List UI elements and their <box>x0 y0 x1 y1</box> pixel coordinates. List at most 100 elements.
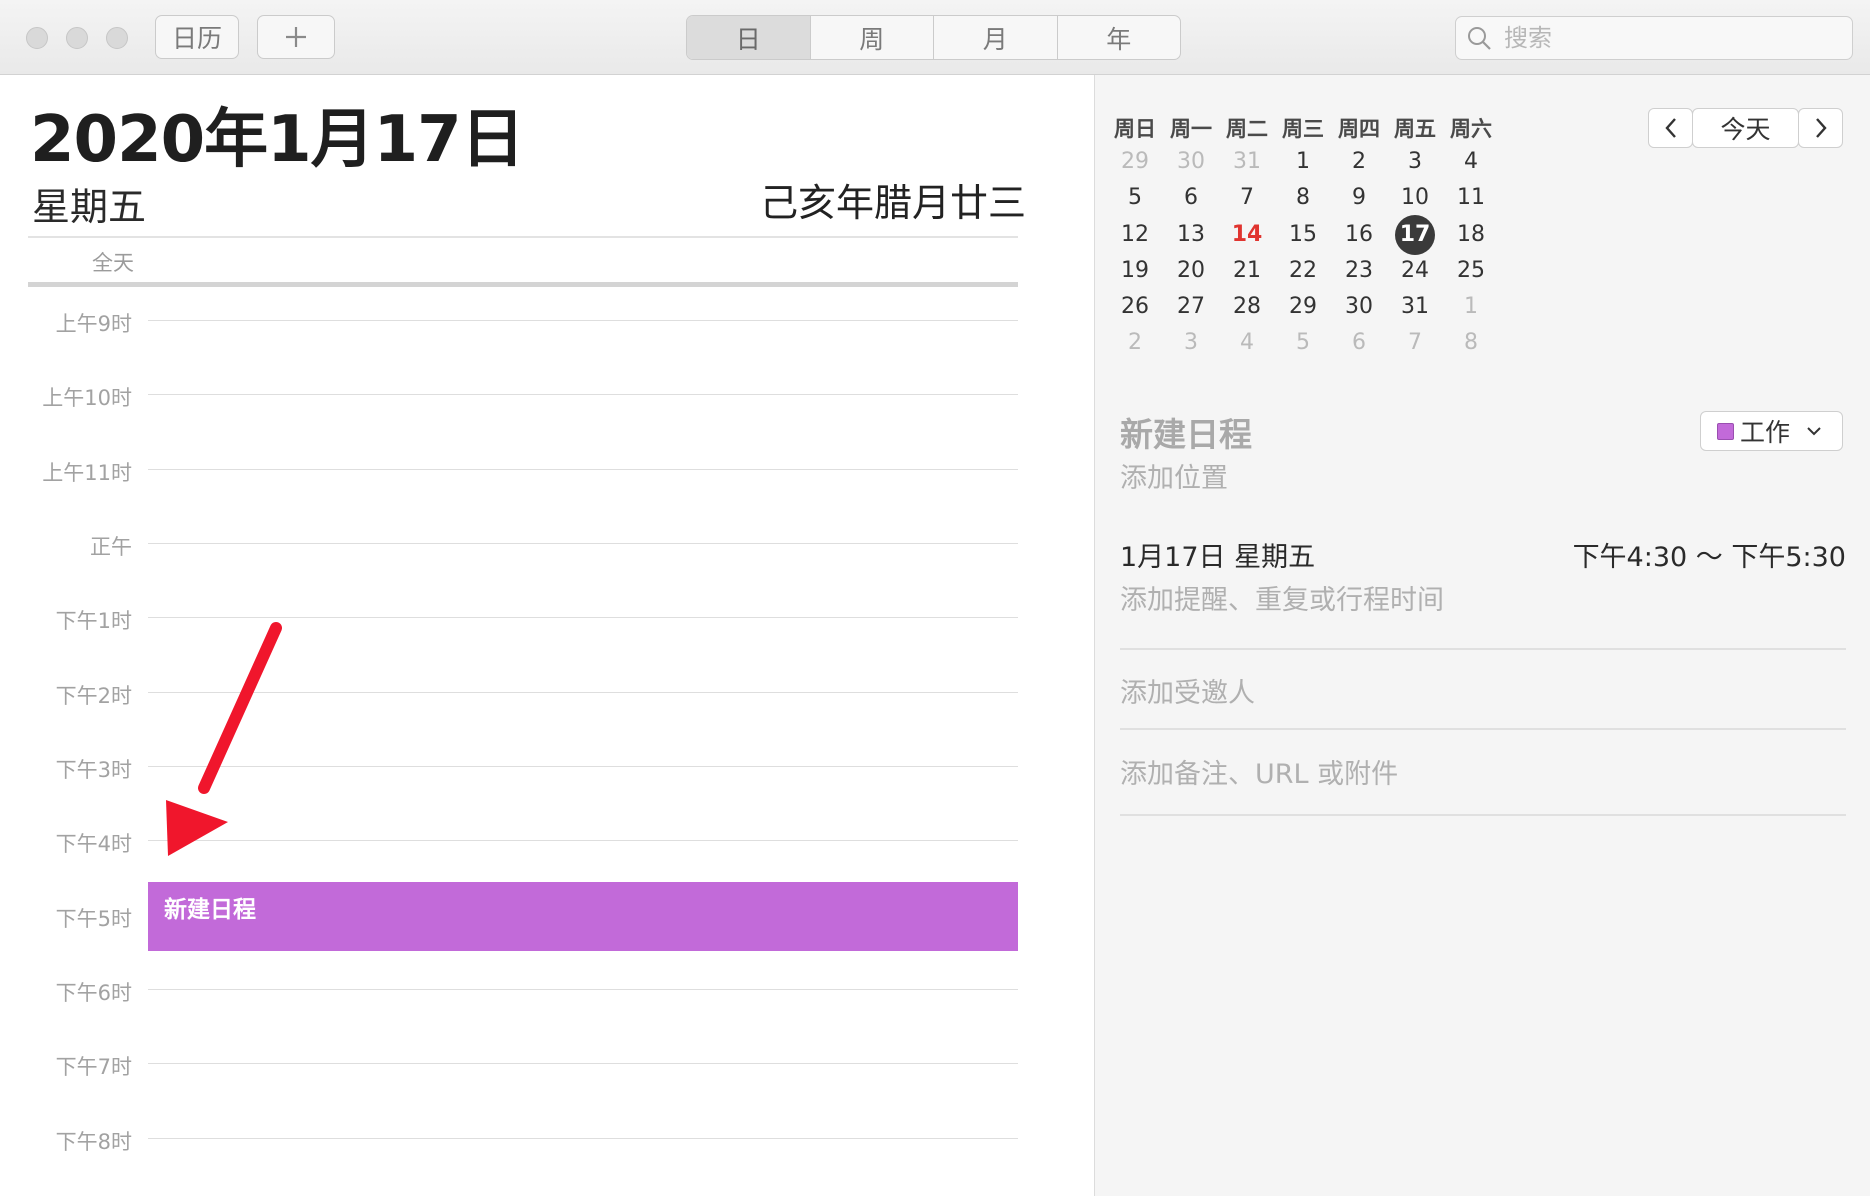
mini-calendar-day[interactable]: 6 <box>1339 325 1379 361</box>
weekday-header: 周四 <box>1338 117 1380 141</box>
location-field[interactable]: 添加位置 <box>1120 456 1228 495</box>
hour-label: 下午1时 <box>55 609 132 633</box>
mini-calendar-day[interactable]: 11 <box>1451 180 1491 216</box>
chevron-down-icon <box>1807 427 1821 436</box>
today-button-label: 今天 <box>1720 115 1771 144</box>
mini-calendar-day[interactable]: 21 <box>1227 253 1267 289</box>
mini-calendar-day[interactable]: 7 <box>1227 180 1267 216</box>
calendar-selector-label: 工作 <box>1740 418 1791 447</box>
mini-calendar-day[interactable]: 29 <box>1115 144 1155 180</box>
mini-calendar-day[interactable]: 5 <box>1283 325 1323 361</box>
mini-calendar-day[interactable]: 26 <box>1115 289 1155 325</box>
view-tab-month[interactable]: 月 <box>933 16 1057 59</box>
mini-calendar-day[interactable]: 27 <box>1171 289 1211 325</box>
search-icon <box>1468 27 1491 50</box>
section-divider <box>1120 648 1846 650</box>
mini-calendar-day[interactable]: 15 <box>1283 217 1323 253</box>
chevron-left-icon <box>1664 118 1676 138</box>
event-time[interactable]: 下午4:30 ～ 下午5:30 <box>1573 535 1846 574</box>
toolbar: 日历 日 周 月 年 <box>0 0 1870 75</box>
next-month-button[interactable] <box>1798 108 1843 148</box>
mini-calendar-day[interactable]: 23 <box>1339 253 1379 289</box>
mini-calendar-day[interactable]: 4 <box>1227 325 1267 361</box>
mini-calendar-day[interactable]: 25 <box>1451 253 1491 289</box>
section-divider <box>1120 728 1846 730</box>
view-switcher: 日 周 月 年 <box>686 15 1181 60</box>
hour-label: 下午2时 <box>55 684 132 708</box>
hour-label: 下午5时 <box>55 907 132 931</box>
mini-calendar-day[interactable]: 31 <box>1227 144 1267 180</box>
hour-label: 下午3时 <box>55 758 132 782</box>
mini-calendar-day[interactable]: 31 <box>1395 289 1435 325</box>
hour-label: 上午9时 <box>55 312 132 336</box>
calendars-button[interactable]: 日历 <box>155 15 239 59</box>
mini-calendar-day[interactable]: 8 <box>1283 180 1323 216</box>
lunar-date: 己亥年腊月廿三 <box>759 181 1026 225</box>
hour-line <box>148 320 1018 321</box>
weekday-header: 周三 <box>1282 117 1324 141</box>
mini-calendar-day[interactable]: 17 <box>1395 215 1435 255</box>
hour-label: 上午10时 <box>42 386 132 410</box>
mini-calendar-day[interactable]: 14 <box>1227 217 1267 253</box>
mini-calendar-day[interactable]: 30 <box>1339 289 1379 325</box>
weekday-label: 星期五 <box>32 185 147 229</box>
weekday-header: 周五 <box>1394 117 1436 141</box>
mini-calendar-day[interactable]: 29 <box>1283 289 1323 325</box>
hour-label: 下午4时 <box>55 832 132 856</box>
mini-calendar-day[interactable]: 6 <box>1171 180 1211 216</box>
mini-calendar-day[interactable]: 16 <box>1339 217 1379 253</box>
hour-line <box>148 469 1018 470</box>
zoom-window-button[interactable] <box>106 27 128 49</box>
calendar-color-swatch <box>1717 422 1734 440</box>
mini-calendar-day[interactable]: 1 <box>1451 289 1491 325</box>
mini-calendar-day[interactable]: 24 <box>1395 253 1435 289</box>
invitees-field[interactable]: 添加受邀人 <box>1120 671 1255 710</box>
event-title-field[interactable]: 新建日程 <box>1120 408 1252 456</box>
mini-calendar-day[interactable]: 3 <box>1171 325 1211 361</box>
mini-calendar-day[interactable]: 20 <box>1171 253 1211 289</box>
notes-field[interactable]: 添加备注、URL 或附件 <box>1120 752 1398 791</box>
hour-line <box>148 394 1018 395</box>
day-title: 2020年1月17日 <box>30 103 525 177</box>
mini-calendar-day[interactable]: 30 <box>1171 144 1211 180</box>
hour-label: 正午 <box>90 535 132 559</box>
mini-calendar-day[interactable]: 22 <box>1283 253 1323 289</box>
mini-calendar-day[interactable]: 2 <box>1339 144 1379 180</box>
mini-calendar-day[interactable]: 2 <box>1115 325 1155 361</box>
hour-line <box>148 1063 1018 1064</box>
mini-calendar-day[interactable]: 9 <box>1339 180 1379 216</box>
mini-calendar-day[interactable]: 1 <box>1283 144 1323 180</box>
mini-calendar-day[interactable]: 4 <box>1451 144 1491 180</box>
hour-label: 下午6时 <box>55 981 132 1005</box>
view-tab-week[interactable]: 周 <box>809 16 934 59</box>
event-block-title: 新建日程 <box>164 897 256 923</box>
prev-month-button[interactable] <box>1648 108 1693 148</box>
mini-calendar-day[interactable]: 18 <box>1451 217 1491 253</box>
view-tab-year[interactable]: 年 <box>1056 16 1181 59</box>
add-event-button[interactable] <box>257 15 335 59</box>
chevron-right-icon <box>1815 118 1827 138</box>
mini-calendar-day[interactable]: 13 <box>1171 217 1211 253</box>
search-input[interactable] <box>1502 23 1826 53</box>
mini-calendar-day[interactable]: 8 <box>1451 325 1491 361</box>
mini-calendar-day[interactable]: 5 <box>1115 180 1155 216</box>
mini-calendar-day[interactable]: 19 <box>1115 253 1155 289</box>
weekday-header: 周日 <box>1114 117 1156 141</box>
calendar-selector[interactable]: 工作 <box>1700 411 1843 451</box>
today-button[interactable]: 今天 <box>1692 108 1799 148</box>
mini-calendar-day[interactable]: 12 <box>1115 217 1155 253</box>
calendar-event-block[interactable]: 新建日程 <box>148 882 1018 951</box>
view-tab-day[interactable]: 日 <box>687 16 810 59</box>
hour-line <box>148 989 1018 990</box>
close-window-button[interactable] <box>26 27 48 49</box>
hour-label: 下午8时 <box>55 1130 132 1154</box>
minimize-window-button[interactable] <box>66 27 88 49</box>
mini-calendar-day[interactable]: 7 <box>1395 325 1435 361</box>
mini-calendar-day[interactable]: 3 <box>1395 144 1435 180</box>
event-date[interactable]: 1月17日 星期五 <box>1120 535 1315 574</box>
calendars-button-label: 日历 <box>171 24 222 53</box>
reminder-field[interactable]: 添加提醒、重复或行程时间 <box>1120 578 1444 617</box>
section-divider <box>1120 814 1846 816</box>
mini-calendar-day[interactable]: 10 <box>1395 180 1435 216</box>
mini-calendar-day[interactable]: 28 <box>1227 289 1267 325</box>
